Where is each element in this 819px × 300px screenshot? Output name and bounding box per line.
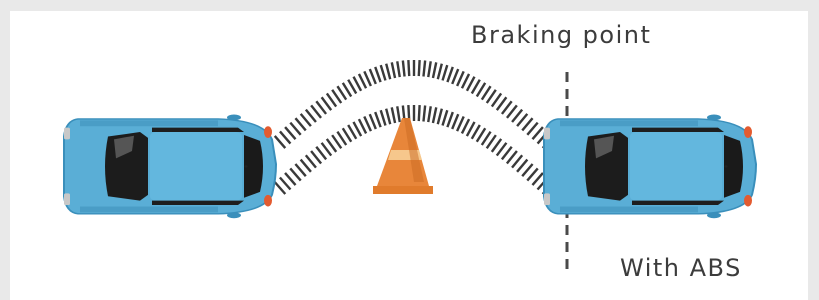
braking-point-label: Braking point (471, 21, 652, 49)
traffic-cone-icon (373, 118, 433, 194)
abs-mode-label: With ABS (620, 254, 742, 282)
car-start-icon (63, 113, 277, 220)
car-end-icon (543, 113, 757, 220)
